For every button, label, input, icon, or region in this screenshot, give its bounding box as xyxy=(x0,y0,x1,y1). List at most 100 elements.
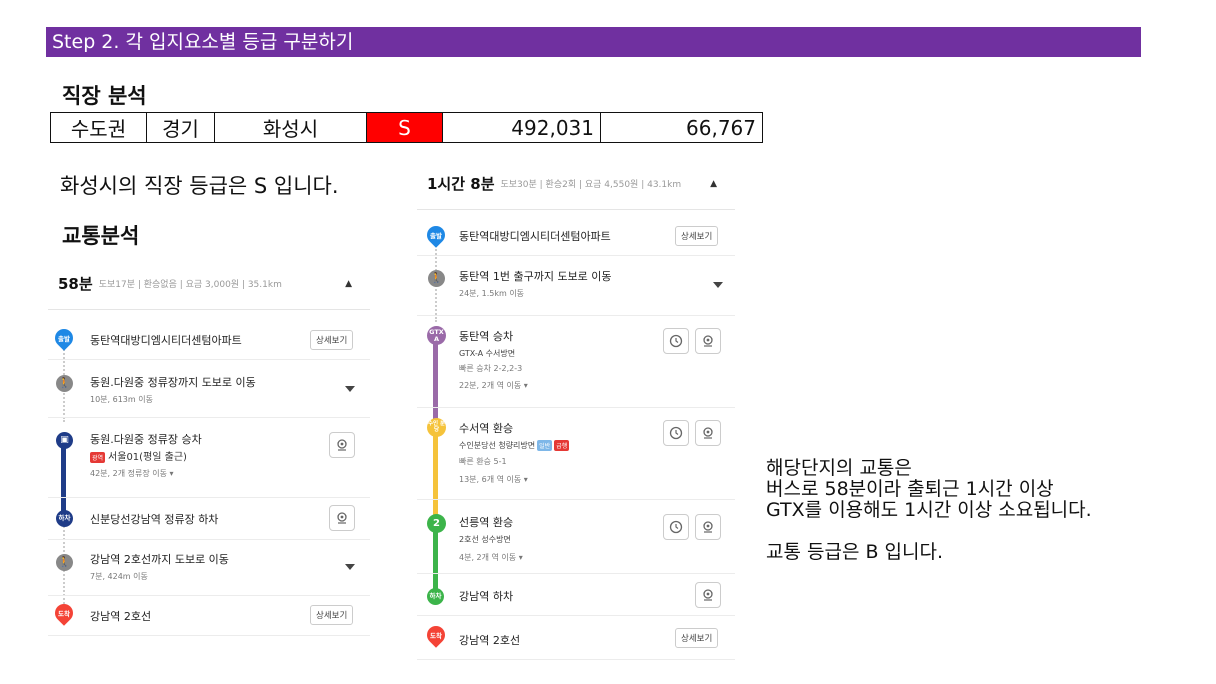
expand-arrow-icon[interactable] xyxy=(345,564,355,570)
job-analysis-title: 직장 분석 xyxy=(62,84,147,108)
step-line: 수인분당선 청량리방면 xyxy=(459,441,536,450)
job-cell-value2: 66,767 xyxy=(600,112,763,143)
clock-icon xyxy=(669,334,683,348)
location-button[interactable] xyxy=(695,582,721,608)
location-icon xyxy=(703,589,713,601)
normal-tag: 일반 xyxy=(537,440,553,451)
step-title: 동탄역 승차 xyxy=(459,330,514,343)
route-step-start[interactable]: 출발 동탄역대방디엠시티더센텀아파트 상세보기 xyxy=(417,216,735,256)
step-title: 동원.다원중 정류장 승차 xyxy=(90,433,202,446)
end-badge: 도착 xyxy=(58,610,70,618)
step-title: 동원.다원중 정류장까지 도보로 이동 xyxy=(90,376,256,389)
location-button[interactable] xyxy=(329,432,355,458)
route-step-seolleung-transfer[interactable]: 2 선릉역 환승 2호선 성수방면 4분, 2개 역 이동 ▾ xyxy=(417,500,735,574)
step-title: 동탄역대방디엠시티더센텀아파트 xyxy=(90,334,242,347)
step-title: 선릉역 환승 xyxy=(459,516,514,529)
transport-summary: 해당단지의 교통은 버스로 58분이라 출퇴근 1시간 이상 GTX를 이용해도… xyxy=(766,458,1092,563)
location-button[interactable] xyxy=(329,505,355,531)
detail-button[interactable]: 상세보기 xyxy=(310,605,354,625)
route-step-gtx-board[interactable]: GTX A 동탄역 승차 GTX-A 수서방면 빠른 승차 2-2,2-3 22… xyxy=(417,316,735,408)
bus-route-meta: 도보17분 | 환승없음 | 요금 3,000원 | 35.1km xyxy=(98,280,282,290)
route-tag: 광역 xyxy=(90,451,106,463)
start-badge: 출발 xyxy=(430,232,442,240)
location-icon xyxy=(703,335,713,347)
clock-icon xyxy=(669,426,683,440)
end-badge: 도착 xyxy=(430,632,442,640)
bus-route-panel: 58분 도보17분 | 환승없음 | 요금 3,000원 | 35.1km ▲ … xyxy=(48,258,370,638)
start-badge: 출발 xyxy=(58,335,70,343)
timetable-button[interactable] xyxy=(663,420,689,446)
step-title: 강남역 2호선까지 도보로 이동 xyxy=(90,553,229,566)
gtx-route-duration: 1시간 8분 xyxy=(427,175,495,193)
route-step-end[interactable]: 도착 강남역 2호선 상세보기 xyxy=(48,596,370,636)
route-step-walk-2[interactable]: 🚶 강남역 2호선까지 도보로 이동 7분, 424m 이동 xyxy=(48,540,370,596)
gtx-route-header[interactable]: 1시간 8분 도보30분 | 환승2회 | 요금 4,550원 | 43.1km… xyxy=(417,158,735,210)
gtx-route-panel: 1시간 8분 도보30분 | 환승2회 | 요금 4,550원 | 43.1km… xyxy=(417,158,735,664)
transport-analysis-title: 교통분석 xyxy=(62,224,140,248)
summary-line-1: 해당단지의 교통은 xyxy=(766,457,912,479)
gtx-route-meta: 도보30분 | 환승2회 | 요금 4,550원 | 43.1km xyxy=(500,180,682,190)
step-info[interactable]: 22분, 2개 역 이동 ▾ xyxy=(459,380,528,391)
detail-button[interactable]: 상세보기 xyxy=(675,226,719,246)
location-button[interactable] xyxy=(695,514,721,540)
step-sub: 10분, 613m 이동 xyxy=(90,395,153,404)
route-step-walk[interactable]: 🚶 동탄역 1번 출구까지 도보로 이동 24분, 1.5km 이동 xyxy=(417,256,735,316)
route-step-bus-board[interactable]: ▣ 동원.다원중 정류장 승차 광역 서울01(평일 출근) 42분, 2개 정류… xyxy=(48,418,370,498)
route-step-end[interactable]: 도착 강남역 2호선 상세보기 xyxy=(417,616,735,660)
alight-badge: 하차 xyxy=(56,510,73,527)
bus-route-header[interactable]: 58분 도보17분 | 환승없음 | 요금 3,000원 | 35.1km ▲ xyxy=(48,258,370,310)
timetable-button[interactable] xyxy=(663,514,689,540)
suin-bundang-badge: 수인 분당 xyxy=(427,418,446,437)
step-info[interactable]: 4분, 2개 역 이동 ▾ xyxy=(459,552,523,563)
step-title: 동탄역 1번 출구까지 도보로 이동 xyxy=(459,270,612,283)
job-cell-province: 경기 xyxy=(146,112,215,143)
location-button[interactable] xyxy=(695,420,721,446)
job-grade-cell: S xyxy=(366,112,443,143)
detail-button[interactable]: 상세보기 xyxy=(675,628,719,648)
step-line: 2호선 성수방면 xyxy=(459,535,511,544)
line-2-badge: 2 xyxy=(427,514,446,533)
collapse-caret-icon[interactable]: ▲ xyxy=(345,279,352,289)
location-icon xyxy=(337,512,347,524)
collapse-caret-icon[interactable]: ▲ xyxy=(710,179,717,189)
step-line-row: 수인분당선 청량리방면 일반 급행 xyxy=(459,440,570,451)
step-sub: 7분, 424m 이동 xyxy=(90,572,148,581)
route-step-start[interactable]: 출발 동탄역대방디엠시티더센텀아파트 상세보기 xyxy=(48,320,370,360)
expand-arrow-icon[interactable] xyxy=(345,386,355,392)
step-fast: 빠른 환승 5-1 xyxy=(459,457,507,466)
step-title: 강남역 2호선 xyxy=(90,610,152,623)
clock-icon xyxy=(669,520,683,534)
bus-icon: ▣ xyxy=(56,432,73,449)
summary-line-2: 버스로 58분이라 출퇴근 1시간 이상 xyxy=(766,478,1054,500)
walk-icon: 🚶 xyxy=(56,375,73,392)
job-cell-region: 수도권 xyxy=(50,112,147,143)
step-title: 동탄역대방디엠시티더센텀아파트 xyxy=(459,230,611,243)
alight-badge: 하차 xyxy=(427,588,444,605)
step-title: 수서역 환승 xyxy=(459,422,514,435)
location-icon xyxy=(703,521,713,533)
express-tag: 급행 xyxy=(554,440,570,451)
route-step-alight[interactable]: 하차 강남역 하차 xyxy=(417,574,735,616)
location-button[interactable] xyxy=(695,328,721,354)
job-cell-city: 화성시 xyxy=(214,112,367,143)
job-cell-value1: 492,031 xyxy=(442,112,601,143)
route-step-bus-alight[interactable]: 하차 신분당선강남역 정류장 하차 xyxy=(48,498,370,540)
route-step-suseo-transfer[interactable]: 수인 분당 수서역 환승 수인분당선 청량리방면 일반 급행 빠른 환승 5-1 1… xyxy=(417,408,735,500)
expand-arrow-icon[interactable] xyxy=(713,282,723,288)
detail-button[interactable]: 상세보기 xyxy=(310,330,354,350)
step-title: 신분당선강남역 정류장 하차 xyxy=(90,513,219,526)
step-info[interactable]: 13분, 6개 역 이동 ▾ xyxy=(459,474,528,485)
timetable-button[interactable] xyxy=(663,328,689,354)
bus-route-name: 광역 서울01(평일 출근) xyxy=(90,448,187,463)
job-table: 수도권 경기 화성시 S 492,031 66,767 xyxy=(50,112,763,143)
location-icon xyxy=(703,427,713,439)
step-banner: Step 2. 각 입지요소별 등급 구분하기 xyxy=(46,27,1141,57)
step-sub: 24분, 1.5km 이동 xyxy=(459,289,525,298)
transport-grade-note: 교통 등급은 B 입니다. xyxy=(766,541,944,563)
step-info[interactable]: 42분, 2개 정류장 이동 ▾ xyxy=(90,468,174,479)
bus-route-duration: 58분 xyxy=(58,275,93,293)
step-title: 강남역 2호선 xyxy=(459,634,521,647)
walk-icon: 🚶 xyxy=(428,270,445,287)
gtx-badge: GTX A xyxy=(427,326,446,345)
route-step-walk[interactable]: 🚶 동원.다원중 정류장까지 도보로 이동 10분, 613m 이동 xyxy=(48,360,370,418)
